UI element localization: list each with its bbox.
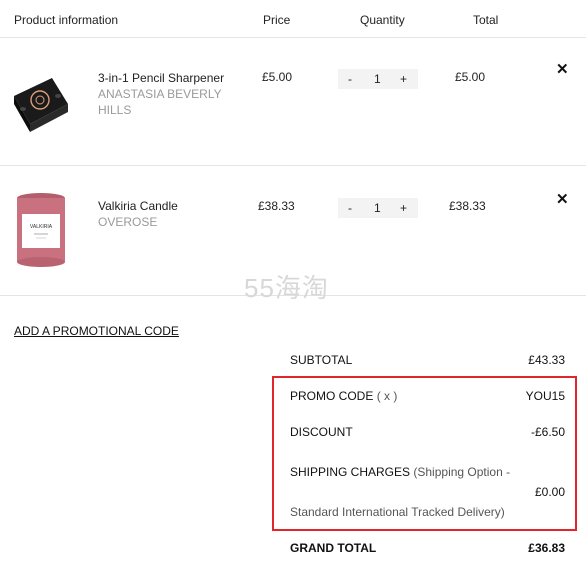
promo-code-label: PROMO CODE ( x ) <box>290 389 398 403</box>
svg-text:VALKIRIA: VALKIRIA <box>30 224 53 230</box>
quantity-value[interactable]: 1 <box>374 201 381 215</box>
product-brand[interactable]: OVEROSE <box>98 214 238 230</box>
add-promo-code-link[interactable]: ADD A PROMOTIONAL CODE <box>14 324 179 338</box>
close-icon[interactable]: ✕ <box>556 60 569 78</box>
quantity-increase-button[interactable]: + <box>400 201 407 215</box>
product-price: £5.00 <box>262 70 293 84</box>
shipping-option-text: (Shipping Option - <box>413 465 511 479</box>
line-total: £38.33 <box>449 199 486 213</box>
close-icon[interactable]: ✕ <box>556 190 569 208</box>
product-name[interactable]: Valkiria Candle <box>98 198 178 214</box>
quantity-stepper: - 1 + <box>338 69 418 89</box>
candle-image[interactable]: VALKIRIA <box>8 190 74 268</box>
quantity-increase-button[interactable]: + <box>400 72 407 86</box>
watermark: 55海淘 <box>244 273 329 303</box>
shipping-label: SHIPPING CHARGES (Shipping Option - <box>290 465 511 479</box>
remove-promo-button[interactable]: ( x ) <box>377 389 398 403</box>
quantity-value[interactable]: 1 <box>374 72 381 86</box>
cart-table-header: Product information Price Quantity Total <box>0 0 586 38</box>
column-header-quantity: Quantity <box>360 13 405 27</box>
pencil-sharpener-image[interactable] <box>8 66 74 144</box>
product-name[interactable]: 3-in-1 Pencil Sharpener <box>98 70 224 86</box>
grand-total-value: £36.83 <box>528 541 565 555</box>
line-total: £5.00 <box>455 70 486 84</box>
product-price: £38.33 <box>258 199 295 213</box>
cart-item-row: 3-in-1 Pencil Sharpener ANASTASIA BEVERL… <box>0 38 586 166</box>
column-header-product: Product information <box>14 13 119 27</box>
column-header-total: Total <box>473 13 499 27</box>
subtotal-label: SUBTOTAL <box>290 353 353 367</box>
grand-total-label: GRAND TOTAL <box>290 541 377 555</box>
shipping-value: £0.00 <box>534 485 565 499</box>
quantity-stepper: - 1 + <box>338 198 418 218</box>
promo-code-value: YOU15 <box>525 389 565 403</box>
shipping-option-detail: Standard International Tracked Delivery) <box>290 505 505 519</box>
product-brand[interactable]: ANASTASIA BEVERLY HILLS <box>98 86 238 118</box>
subtotal-value: £43.33 <box>528 353 565 367</box>
quantity-decrease-button[interactable]: - <box>348 72 352 86</box>
quantity-decrease-button[interactable]: - <box>348 201 352 215</box>
discount-value: -£6.50 <box>530 425 565 439</box>
column-header-price: Price <box>263 13 291 27</box>
discount-label: DISCOUNT <box>290 425 353 439</box>
